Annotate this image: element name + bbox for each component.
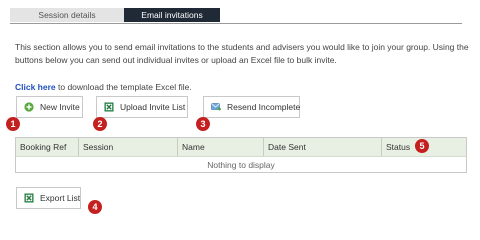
column-header-session[interactable]: Session [79, 138, 178, 156]
empty-table-message: Nothing to display [207, 160, 275, 170]
resend-incomplete-label: Resend Incomplete [227, 102, 301, 112]
excel-icon [24, 193, 34, 203]
new-invite-label: New Invite [40, 102, 80, 112]
export-list-button[interactable]: Export List [16, 187, 81, 209]
table-header: Booking Ref Session Name Date Sent Statu… [16, 138, 466, 157]
callout-badge-2: 2 [93, 117, 107, 131]
excel-icon [104, 102, 114, 112]
export-list-label: Export List [40, 193, 81, 203]
tab-session-details[interactable]: Session details [10, 8, 124, 22]
resend-incomplete-button[interactable]: Resend Incomplete [203, 96, 300, 118]
email-send-icon [211, 103, 221, 111]
intro-text: This section allows you to send email in… [15, 42, 469, 65]
template-download-text: to download the template Excel file. [55, 82, 192, 92]
callout-badge-3: 3 [196, 117, 210, 131]
template-download-line: Click here to download the template Exce… [15, 82, 192, 93]
new-invite-button[interactable]: New Invite [16, 96, 83, 118]
callout-badge-4: 4 [88, 200, 102, 214]
column-header-name[interactable]: Name [178, 138, 264, 156]
tab-bar: Session details Email invitations [10, 8, 462, 24]
plus-circle-icon [24, 102, 34, 112]
template-download-link[interactable]: Click here [15, 82, 56, 92]
column-header-booking-ref[interactable]: Booking Ref [16, 138, 79, 156]
invitations-table: Booking Ref Session Name Date Sent Statu… [15, 137, 467, 173]
upload-invite-list-label: Upload Invite List [120, 102, 186, 112]
column-header-date-sent[interactable]: Date Sent [264, 138, 382, 156]
callout-badge-1: 1 [6, 117, 20, 131]
tab-email-invitations[interactable]: Email invitations [124, 8, 220, 22]
upload-invite-list-button[interactable]: Upload Invite List [96, 96, 188, 118]
callout-badge-5: 5 [415, 139, 429, 153]
